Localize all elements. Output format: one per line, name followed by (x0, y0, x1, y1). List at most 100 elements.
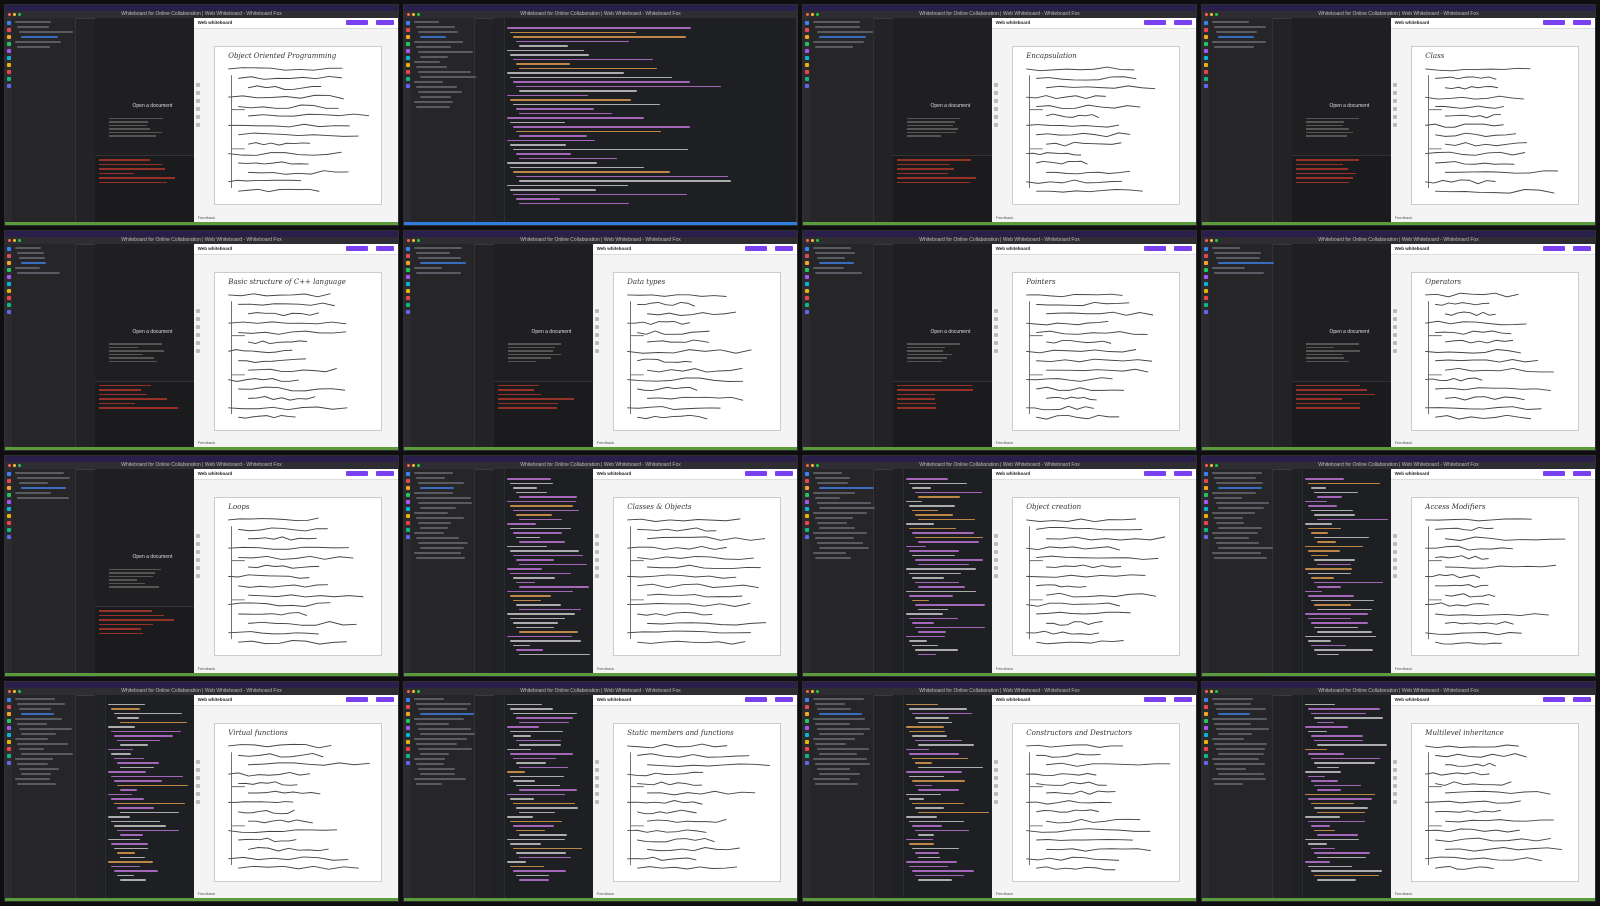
navigator-item[interactable] (418, 71, 471, 73)
share-button[interactable] (1573, 245, 1591, 251)
navigator-item[interactable] (819, 547, 869, 549)
dock-app-icon[interactable] (6, 281, 11, 286)
navigator-item[interactable] (416, 46, 452, 48)
share-button[interactable] (376, 245, 394, 251)
undo-icon[interactable] (195, 123, 200, 128)
dock-app-icon[interactable] (1203, 253, 1208, 258)
dock-app-icon[interactable] (804, 21, 809, 25)
navigator-item[interactable] (1214, 26, 1266, 28)
pen-tool-icon[interactable] (1392, 308, 1397, 313)
dock-app-icon[interactable] (804, 56, 809, 60)
sign-up-button[interactable] (346, 20, 368, 25)
dock-app-icon[interactable] (1203, 70, 1208, 74)
navigator-item[interactable] (17, 477, 71, 479)
navigator-item[interactable] (1214, 477, 1256, 479)
navigator-item[interactable] (420, 36, 447, 38)
whiteboard-canvas[interactable]: Constructors and Destructors (1012, 722, 1180, 882)
navigator-item[interactable] (15, 492, 52, 494)
dock-app-icon[interactable] (405, 704, 410, 709)
navigator-item[interactable] (1218, 36, 1255, 38)
navigator-item[interactable] (21, 752, 74, 755)
navigator-item[interactable] (420, 56, 448, 58)
navigator-item[interactable] (813, 472, 842, 474)
navigator-item[interactable] (414, 81, 443, 83)
navigator-item[interactable] (414, 552, 462, 554)
navigator-item[interactable] (418, 482, 464, 484)
dock-app-icon[interactable] (6, 77, 11, 81)
dock-app-icon[interactable] (1203, 528, 1208, 532)
zoom-dot[interactable] (18, 689, 21, 693)
navigator-item[interactable] (1216, 502, 1270, 504)
dock-app-icon[interactable] (804, 309, 809, 314)
navigator-item[interactable] (416, 66, 447, 68)
navigator-item[interactable] (1212, 41, 1266, 43)
navigator-item[interactable] (813, 512, 868, 514)
select-tool-icon[interactable] (1392, 566, 1397, 571)
dock-app-icon[interactable] (405, 514, 410, 518)
dock-app-icon[interactable] (1203, 49, 1208, 53)
text-tool-icon[interactable] (1392, 107, 1397, 112)
navigator-item[interactable] (414, 532, 445, 534)
eraser-icon[interactable] (195, 316, 200, 321)
navigator-item[interactable] (1214, 742, 1268, 745)
minimize-dot[interactable] (1210, 689, 1213, 693)
navigator-item[interactable] (414, 41, 463, 43)
zoom-dot[interactable] (816, 689, 819, 693)
navigator-item[interactable] (1212, 532, 1259, 534)
dock-app-icon[interactable] (1203, 246, 1208, 251)
select-tool-icon[interactable] (195, 340, 200, 345)
dock-app-icon[interactable] (6, 479, 11, 483)
dock-app-icon[interactable] (405, 246, 410, 251)
dock-app-icon[interactable] (804, 295, 809, 300)
navigator-item[interactable] (817, 707, 851, 710)
whiteboard-canvas[interactable]: Encapsulation (1012, 46, 1180, 206)
navigator-item[interactable] (414, 266, 442, 269)
eraser-icon[interactable] (195, 767, 200, 772)
undo-icon[interactable] (993, 348, 998, 353)
navigator-item[interactable] (1218, 487, 1262, 489)
navigator-item[interactable] (416, 477, 445, 479)
feedback-link[interactable]: Feedback (996, 666, 1014, 671)
shape-tool-icon[interactable] (1392, 99, 1397, 104)
shape-tool-icon[interactable] (993, 324, 998, 329)
dock-app-icon[interactable] (1203, 302, 1208, 307)
text-tool-icon[interactable] (195, 107, 200, 112)
dock-app-icon[interactable] (6, 711, 11, 716)
dock-app-icon[interactable] (6, 267, 11, 272)
navigator-item[interactable] (15, 697, 55, 700)
sign-up-button[interactable] (1144, 20, 1166, 25)
navigator-item[interactable] (17, 762, 49, 765)
dock-app-icon[interactable] (405, 295, 410, 300)
dock-app-icon[interactable] (804, 274, 809, 279)
dock-app-icon[interactable] (405, 28, 410, 32)
zoom-dot[interactable] (417, 464, 420, 467)
navigator-item[interactable] (17, 497, 70, 499)
dock-app-icon[interactable] (405, 746, 410, 751)
zoom-dot[interactable] (18, 464, 21, 467)
dock-app-icon[interactable] (6, 746, 11, 751)
feedback-link[interactable]: Feedback (597, 891, 615, 896)
navigator-item[interactable] (1218, 732, 1252, 735)
minimize-dot[interactable] (811, 13, 814, 16)
undo-icon[interactable] (195, 574, 200, 579)
text-tool-icon[interactable] (594, 332, 599, 337)
navigator-item[interactable] (418, 91, 462, 93)
dock-app-icon[interactable] (804, 739, 809, 744)
navigator-item[interactable] (815, 46, 853, 48)
navigator-item[interactable] (815, 477, 851, 479)
dock-app-icon[interactable] (804, 267, 809, 272)
close-dot[interactable] (1205, 238, 1208, 242)
navigator-item[interactable] (819, 36, 866, 38)
minimize-dot[interactable] (13, 464, 16, 467)
select-tool-icon[interactable] (195, 115, 200, 120)
dock-app-icon[interactable] (405, 49, 410, 53)
navigator-item[interactable] (416, 762, 444, 765)
dock-app-icon[interactable] (6, 493, 11, 497)
shape-tool-icon[interactable] (993, 775, 998, 780)
navigator-item[interactable] (1216, 482, 1264, 484)
navigator-item[interactable] (414, 512, 448, 514)
dock-app-icon[interactable] (405, 711, 410, 716)
dock-app-icon[interactable] (405, 697, 410, 702)
navigator-item[interactable] (416, 782, 442, 785)
navigator-item[interactable] (414, 21, 440, 23)
